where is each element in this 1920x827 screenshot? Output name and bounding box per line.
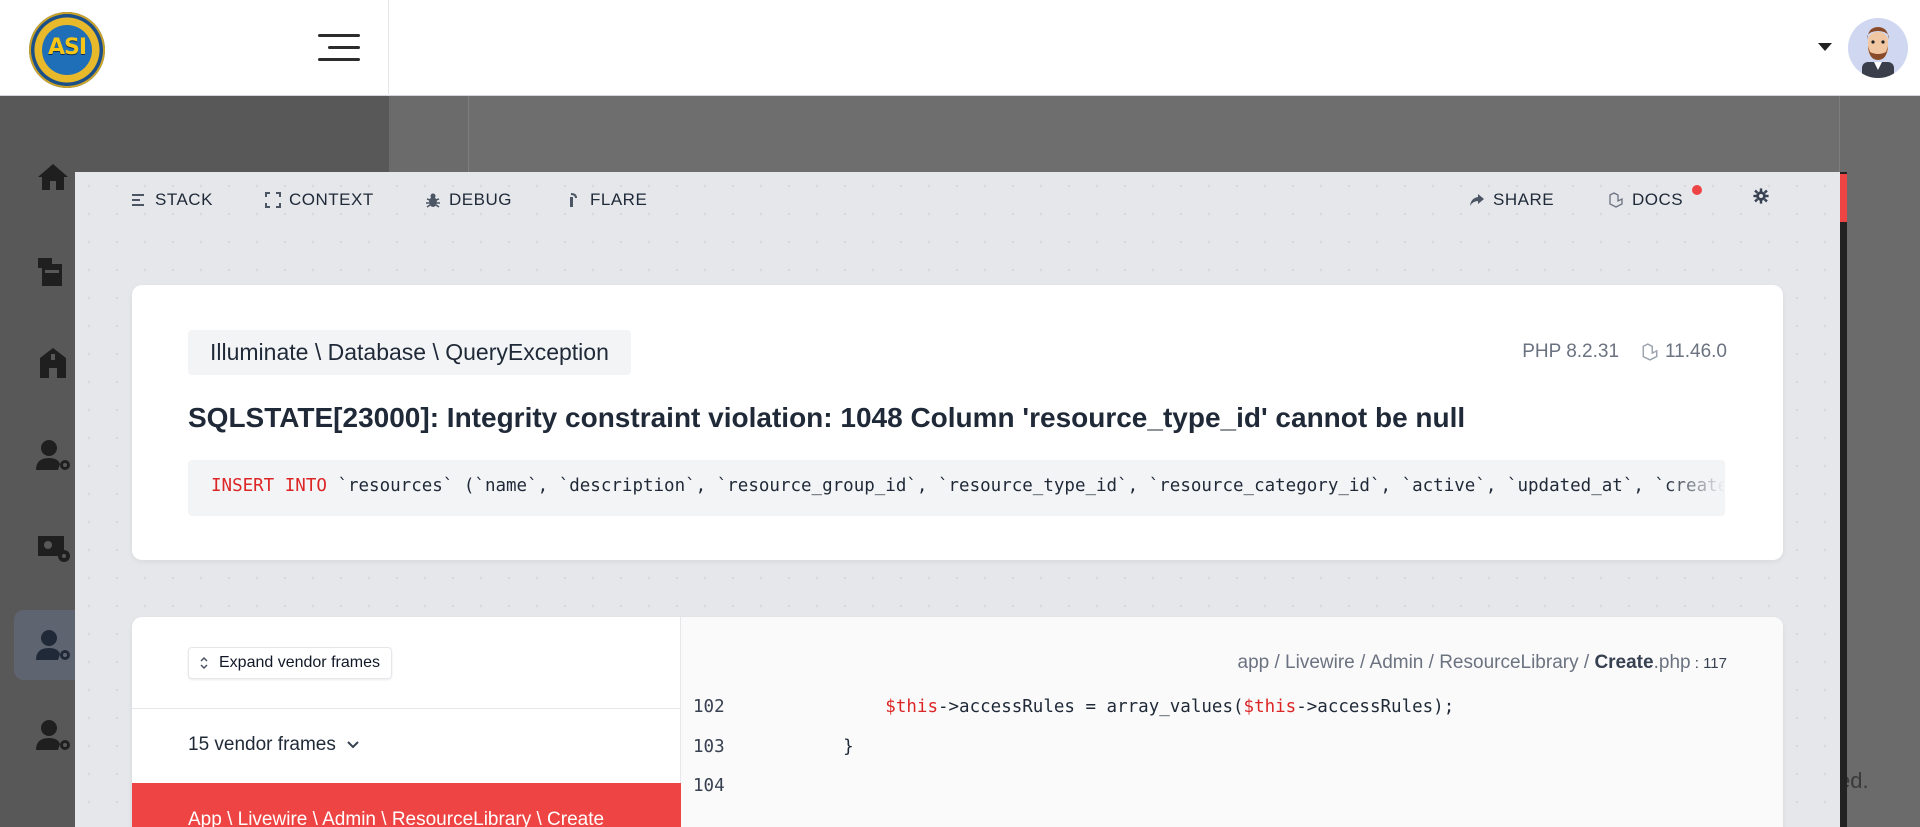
docs-notification-badge [1692, 185, 1702, 195]
docs-label: DOCS [1632, 190, 1684, 209]
settings-button[interactable] [1753, 188, 1769, 204]
stack-frame-active[interactable]: App \ Livewire \ Admin \ ResourceLibrary… [132, 783, 681, 827]
share-icon [1470, 194, 1484, 206]
exception-card: Illuminate \ Database \ QueryException P… [132, 285, 1783, 560]
php-version: PHP 8.2.31 [1522, 341, 1620, 362]
gear-icon [1753, 188, 1769, 204]
menu-toggle-button[interactable] [318, 34, 360, 64]
tab-flare-label: FLARE [590, 190, 648, 209]
line-source: $this->accessRules = array_values($this-… [885, 697, 1455, 717]
active-frame-label: App \ Livewire \ Admin \ ResourceLibrary… [188, 809, 605, 827]
frames-list: Expand vendor frames 15 vendor frames Ap… [132, 617, 681, 827]
line-number: 102 [693, 697, 725, 717]
code-line: 104 [681, 768, 1783, 806]
bug-icon [426, 193, 440, 208]
tab-debug-label: DEBUG [449, 190, 512, 209]
line-number: 103 [693, 737, 725, 757]
file-path-prefix: app / Livewire / Admin / ResourceLibrary… [1237, 652, 1595, 673]
overlay-scrollbar[interactable] [1840, 172, 1847, 827]
school-icon[interactable] [36, 346, 72, 380]
home-icon[interactable] [36, 162, 72, 196]
stack-trace-card: Expand vendor frames 15 vendor frames Ap… [132, 617, 1783, 827]
library-icon[interactable] [36, 254, 72, 288]
brand-area: ASI [0, 0, 389, 96]
laravel-icon [1609, 192, 1623, 208]
file-line-number: : 117 [1690, 655, 1727, 672]
sql-query: INSERT INTO `resources` (`name`, `descri… [211, 476, 1725, 496]
share-label: SHARE [1493, 190, 1555, 209]
user-admin-icon[interactable] [36, 718, 72, 752]
error-nav: STACK CONTEXT DEBUG FLARE SHARE DOCS [75, 172, 1840, 228]
expand-vendor-frames-button[interactable]: Expand vendor frames [188, 647, 392, 679]
stack-icon [132, 194, 144, 206]
file-name: Create [1594, 652, 1654, 673]
expand-icon [265, 192, 281, 208]
vendor-frames-label: 15 vendor frames [188, 734, 336, 755]
flare-icon [570, 193, 577, 207]
sql-keyword: INSERT INTO [211, 476, 327, 496]
tab-stack[interactable]: STACK [131, 190, 213, 210]
sql-rest: `resources` (`name`, `description`, `res… [326, 476, 1725, 496]
file-path[interactable]: app / Livewire / Admin / ResourceLibrary… [1238, 652, 1728, 674]
code-snippet-pane: app / Livewire / Admin / ResourceLibrary… [681, 617, 1783, 827]
group-settings-icon[interactable] [36, 530, 72, 564]
chevron-down-icon [347, 741, 359, 749]
user-menu-caret-icon[interactable] [1818, 43, 1832, 51]
exception-message: SQLSTATE[23000]: Integrity constraint vi… [188, 402, 1466, 433]
version-info: PHP 8.2.31 11.46.0 [1522, 341, 1727, 363]
code-line: 103 } [681, 729, 1783, 767]
docs-button[interactable]: DOCS [1608, 190, 1683, 210]
tab-context-label: CONTEXT [289, 190, 374, 209]
expand-vendor-frames-label: Expand vendor frames [219, 654, 380, 671]
file-ext: .php [1653, 652, 1691, 673]
line-number: 104 [693, 776, 725, 796]
laravel-version: 11.46.0 [1665, 341, 1727, 362]
chevron-up-down-icon [200, 656, 208, 670]
code-line: 102 $this->accessRules = array_values($t… [681, 689, 1783, 727]
sql-query-box[interactable]: INSERT INTO `resources` (`name`, `descri… [188, 460, 1725, 516]
app-header: ASI [0, 0, 1920, 96]
user-settings-icon[interactable] [36, 438, 72, 472]
laravel-version-group: 11.46.0 [1641, 341, 1727, 363]
tab-flare[interactable]: FLARE [566, 190, 647, 210]
user-avatar[interactable] [1848, 18, 1908, 78]
vendor-frames-toggle[interactable]: 15 vendor frames [188, 734, 360, 756]
exception-class[interactable]: Illuminate \ Database \ QueryException [188, 330, 631, 375]
error-overlay: STACK CONTEXT DEBUG FLARE SHARE DOCS Ill… [75, 172, 1840, 827]
tab-stack-label: STACK [155, 190, 213, 209]
company-logo[interactable]: ASI [29, 12, 105, 88]
line-source: } [843, 737, 854, 757]
logo-text: ASI [47, 35, 87, 60]
laravel-icon [1642, 343, 1658, 361]
share-button[interactable]: SHARE [1469, 190, 1554, 210]
tab-debug[interactable]: DEBUG [425, 190, 512, 210]
tab-context[interactable]: CONTEXT [265, 190, 374, 210]
